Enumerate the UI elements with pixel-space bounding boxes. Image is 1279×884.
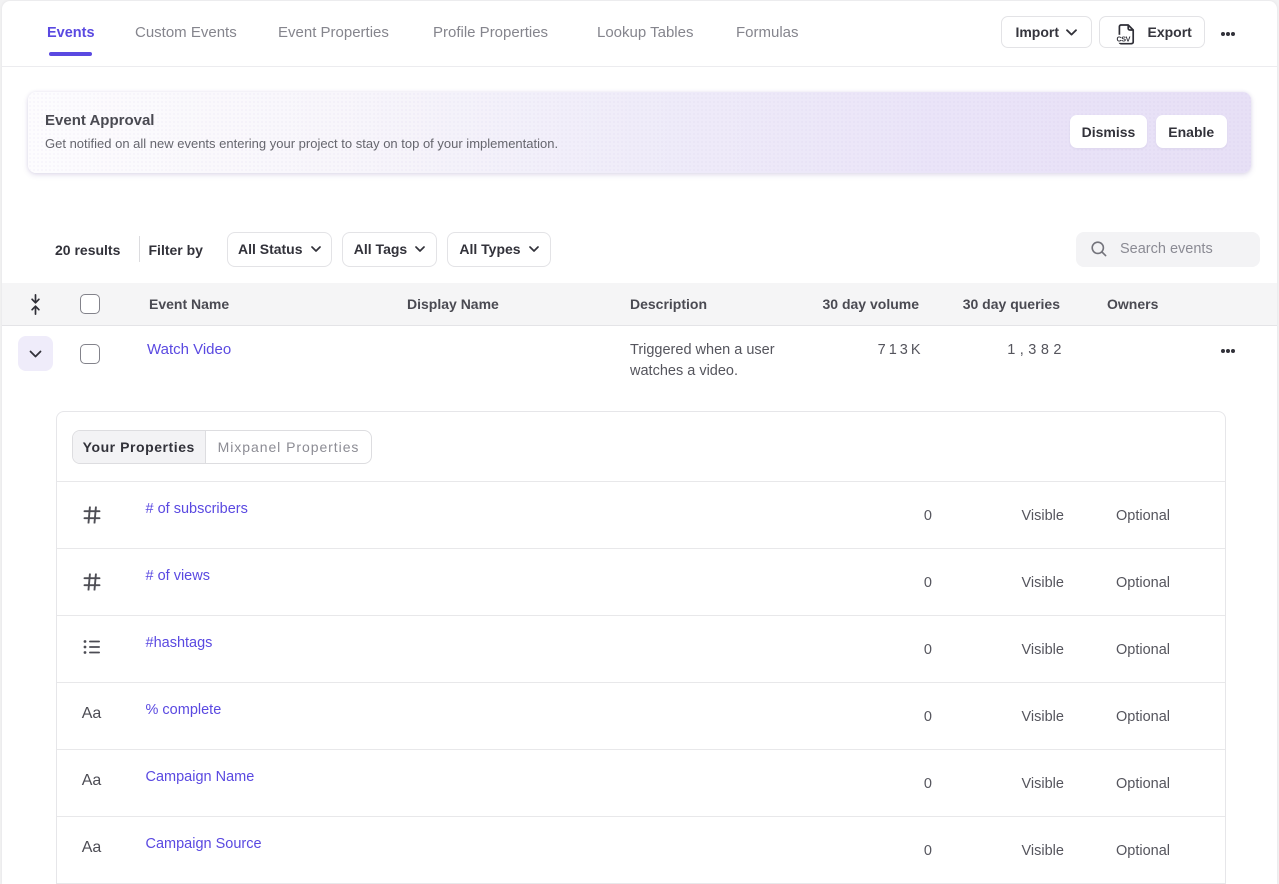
svg-text:CSV: CSV — [1116, 34, 1130, 43]
